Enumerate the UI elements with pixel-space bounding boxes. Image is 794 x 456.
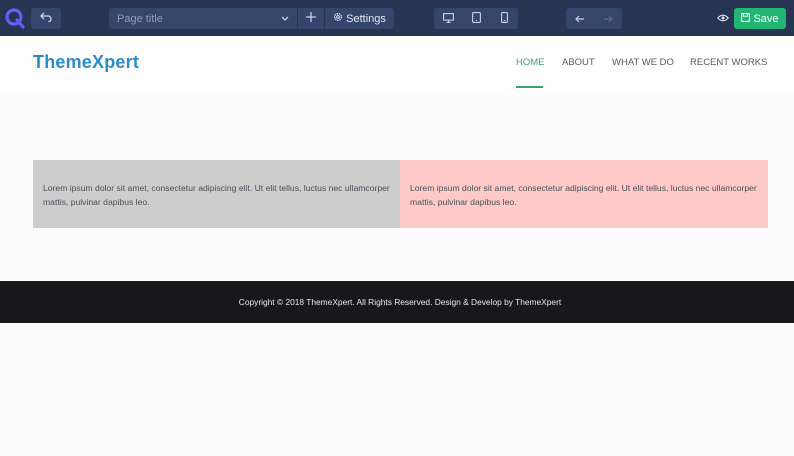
content-column-right: Lorem ipsum dolor sit amet, consectetur … bbox=[400, 160, 768, 228]
device-switcher bbox=[434, 8, 518, 29]
eye-icon bbox=[717, 9, 729, 27]
chevron-down-icon bbox=[281, 16, 297, 22]
nav-item-what-we-do[interactable]: WHAT WE DO bbox=[612, 57, 674, 68]
desktop-view-button[interactable] bbox=[434, 8, 462, 29]
copyright-text: Copyright © 2018 ThemeXpert. All Rights … bbox=[238, 297, 562, 307]
mobile-icon bbox=[500, 10, 508, 28]
gear-icon bbox=[333, 12, 343, 25]
site-header: ThemeXpert HOME ABOUT WHAT WE DO RECENT … bbox=[0, 36, 794, 94]
nav-item-recent-works[interactable]: RECENT WORKS bbox=[690, 57, 767, 68]
column-text: Lorem ipsum dolor sit amet, consectetur … bbox=[43, 183, 390, 207]
undo-icon bbox=[40, 12, 52, 25]
page-title-placeholder: Page title bbox=[117, 12, 163, 25]
plus-icon bbox=[306, 12, 316, 25]
nav-item-about[interactable]: ABOUT bbox=[562, 57, 595, 68]
tablet-icon bbox=[471, 10, 481, 28]
undo-button[interactable] bbox=[31, 8, 61, 29]
save-icon bbox=[741, 12, 751, 25]
arrow-left-icon bbox=[575, 10, 585, 28]
save-button[interactable]: Save bbox=[734, 8, 786, 29]
quix-logo-icon[interactable] bbox=[4, 7, 26, 29]
builder-toolbar: Page title Settings Save bbox=[0, 0, 794, 36]
settings-button[interactable]: Settings bbox=[325, 8, 394, 29]
arrow-right-icon bbox=[603, 10, 613, 28]
desktop-icon bbox=[442, 10, 454, 28]
mobile-view-button[interactable] bbox=[490, 8, 518, 29]
nav-item-home[interactable]: HOME bbox=[516, 57, 545, 68]
history-navigation bbox=[566, 8, 622, 29]
add-page-button[interactable] bbox=[298, 8, 324, 29]
save-label: Save bbox=[753, 12, 779, 25]
site-logo[interactable]: ThemeXpert bbox=[33, 52, 139, 73]
tablet-view-button[interactable] bbox=[462, 8, 490, 29]
preview-button[interactable] bbox=[714, 10, 732, 26]
forward-button[interactable] bbox=[594, 8, 622, 29]
settings-label: Settings bbox=[346, 12, 386, 25]
active-nav-underline bbox=[516, 86, 543, 88]
page-title-input[interactable]: Page title bbox=[109, 8, 297, 29]
site-footer: Copyright © 2018 ThemeXpert. All Rights … bbox=[0, 281, 794, 323]
column-text: Lorem ipsum dolor sit amet, consectetur … bbox=[410, 183, 757, 207]
content-column-left: Lorem ipsum dolor sit amet, consectetur … bbox=[33, 160, 400, 228]
back-button[interactable] bbox=[566, 8, 594, 29]
